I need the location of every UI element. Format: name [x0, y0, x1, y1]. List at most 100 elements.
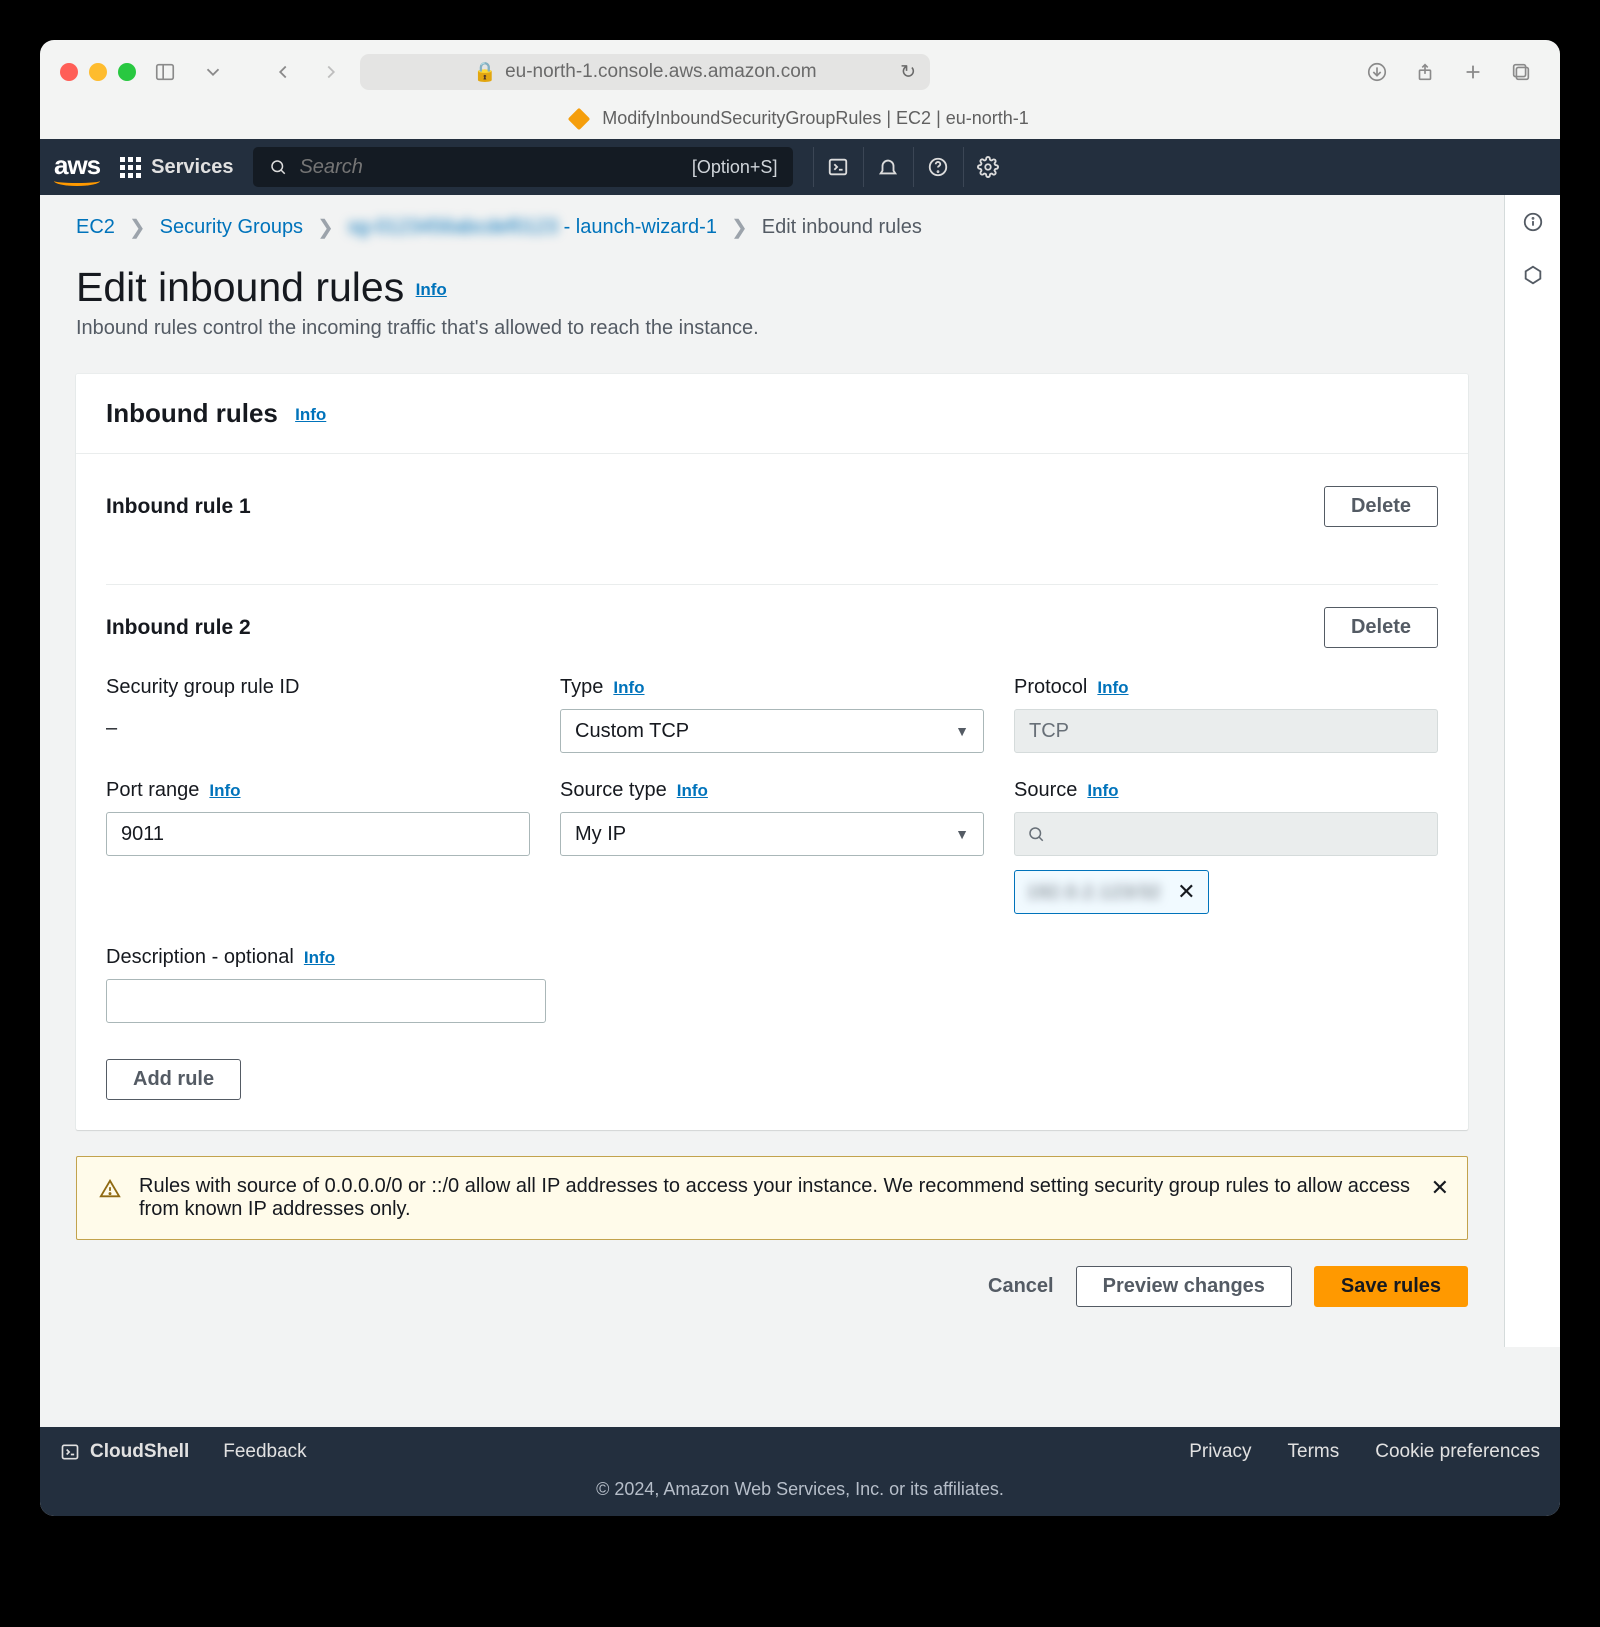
aws-logo[interactable]: aws [54, 150, 100, 185]
warning-text: Rules with source of 0.0.0.0/0 or ::/0 a… [139, 1175, 1445, 1221]
rule-2-title: Inbound rule 2 [106, 616, 251, 640]
new-tab-icon[interactable] [1454, 57, 1492, 87]
dismiss-warning-icon[interactable]: ✕ [1431, 1175, 1449, 1201]
back-icon[interactable] [264, 57, 302, 87]
sg-rule-id-label: Security group rule ID [106, 676, 530, 699]
type-label: Type [560, 676, 603, 698]
add-rule-button[interactable]: Add rule [106, 1059, 241, 1100]
page-subtitle: Inbound rules control the incoming traff… [76, 317, 1468, 340]
refresh-icon[interactable]: ↻ [900, 61, 916, 84]
minimize-window-icon[interactable] [89, 63, 107, 81]
chevron-down-icon[interactable] [194, 57, 232, 87]
panel-info-link[interactable]: Info [295, 405, 326, 424]
search-icon [269, 158, 287, 176]
field-type: Type Info Custom TCP▼ [560, 676, 984, 753]
services-menu[interactable]: Services [120, 156, 233, 179]
source-type-select[interactable]: My IP▼ [560, 812, 984, 856]
forward-icon[interactable] [312, 57, 350, 87]
field-source-type: Source type Info My IP▼ [560, 779, 984, 914]
breadcrumb: EC2 ❯ Security Groups ❯ sg-0123456abcdef… [76, 215, 1468, 240]
title-info-link[interactable]: Info [416, 280, 447, 299]
rule-1-body [106, 527, 1438, 585]
source-ip-chip: 192.0.2.123/32 ✕ [1014, 870, 1209, 914]
address-text: eu-north-1.console.aws.amazon.com [505, 61, 817, 83]
hexagon-icon[interactable] [1522, 264, 1544, 291]
page-content: EC2 ❯ Security Groups ❯ sg-0123456abcdef… [40, 195, 1504, 1347]
description-info-link[interactable]: Info [304, 948, 335, 967]
nav-search[interactable]: [Option+S] [253, 147, 793, 187]
aws-favicon-icon [568, 108, 591, 131]
description-input[interactable] [106, 979, 546, 1023]
chevron-right-icon: ❯ [731, 215, 748, 240]
field-port-range: Port range Info [106, 779, 530, 914]
page-title: Edit inbound rules Info [76, 264, 1468, 311]
protocol-label: Protocol [1014, 676, 1087, 698]
sidebar-icon[interactable] [146, 57, 184, 87]
cancel-button[interactable]: Cancel [988, 1275, 1054, 1298]
source-ip-blurred: 192.0.2.123/32 [1027, 882, 1161, 903]
lock-icon: 🔒 [473, 60, 497, 84]
footer-feedback[interactable]: Feedback [223, 1441, 306, 1463]
help-icon[interactable] [913, 147, 961, 187]
source-info-link[interactable]: Info [1087, 781, 1118, 800]
port-label: Port range [106, 779, 199, 801]
protocol-info-link[interactable]: Info [1097, 678, 1128, 697]
traffic-lights [60, 63, 136, 81]
rule-1-delete-button[interactable]: Delete [1324, 486, 1438, 527]
browser-window: 🔒 eu-north-1.console.aws.amazon.com ↻ Mo… [40, 40, 1560, 1516]
address-bar[interactable]: 🔒 eu-north-1.console.aws.amazon.com ↻ [360, 54, 930, 90]
close-window-icon[interactable] [60, 63, 78, 81]
description-label: Description - optional [106, 946, 294, 968]
search-input[interactable] [299, 156, 691, 179]
source-label: Source [1014, 779, 1077, 801]
source-type-label: Source type [560, 779, 667, 801]
downloads-icon[interactable] [1358, 57, 1396, 87]
chevron-right-icon: ❯ [129, 215, 146, 240]
footer-cloudshell[interactable]: CloudShell [60, 1441, 189, 1463]
tab-title-bar: ModifyInboundSecurityGroupRules | EC2 | … [40, 104, 1560, 139]
footer-terms[interactable]: Terms [1288, 1441, 1340, 1463]
remove-source-icon[interactable]: ✕ [1177, 879, 1195, 905]
search-hotkey: [Option+S] [692, 157, 778, 178]
save-rules-button[interactable]: Save rules [1314, 1266, 1468, 1307]
breadcrumb-ec2[interactable]: EC2 [76, 216, 115, 239]
caret-down-icon: ▼ [955, 723, 969, 739]
type-select[interactable]: Custom TCP▼ [560, 709, 984, 753]
fullscreen-window-icon[interactable] [118, 63, 136, 81]
field-protocol: Protocol Info TCP [1014, 676, 1438, 753]
cloudshell-icon [60, 1442, 80, 1462]
footer-privacy[interactable]: Privacy [1189, 1441, 1251, 1463]
inbound-rules-panel: Inbound rules Info Inbound rule 1 Delete… [76, 374, 1468, 1130]
field-source: Source Info 192.0.2.123/32 ✕ [1014, 779, 1438, 914]
protocol-value: TCP [1014, 709, 1438, 753]
port-info-link[interactable]: Info [209, 781, 240, 800]
aws-top-nav: aws Services [Option+S] [40, 139, 1560, 195]
services-label: Services [151, 156, 233, 179]
breadcrumb-current: Edit inbound rules [762, 216, 922, 239]
right-help-rail [1504, 195, 1560, 1347]
footer-copyright: © 2024, Amazon Web Services, Inc. or its… [40, 1471, 1560, 1516]
panel-header: Inbound rules Info [76, 374, 1468, 454]
tab-title: ModifyInboundSecurityGroupRules | EC2 | … [602, 108, 1029, 128]
cloudshell-icon[interactable] [813, 147, 861, 187]
port-input[interactable] [106, 812, 530, 856]
grid-icon [120, 157, 141, 178]
type-info-link[interactable]: Info [613, 678, 644, 697]
tabs-icon[interactable] [1502, 57, 1540, 87]
settings-icon[interactable] [963, 147, 1011, 187]
breadcrumb-security-groups[interactable]: Security Groups [160, 216, 303, 239]
source-type-info-link[interactable]: Info [677, 781, 708, 800]
info-icon[interactable] [1522, 211, 1544, 238]
preview-changes-button[interactable]: Preview changes [1076, 1266, 1292, 1307]
rule-1-title: Inbound rule 1 [106, 495, 251, 519]
footer-cookie-prefs[interactable]: Cookie preferences [1375, 1441, 1540, 1463]
breadcrumb-group[interactable]: sg-0123456abcdef0123 - launch-wizard-1 [348, 216, 717, 239]
rule-2-delete-button[interactable]: Delete [1324, 607, 1438, 648]
share-icon[interactable] [1406, 57, 1444, 87]
page-actions: Cancel Preview changes Save rules [76, 1266, 1468, 1307]
notifications-icon[interactable] [863, 147, 911, 187]
open-source-warning: Rules with source of 0.0.0.0/0 or ::/0 a… [76, 1156, 1468, 1240]
aws-footer: CloudShell Feedback Privacy Terms Cookie… [40, 1427, 1560, 1516]
warning-icon [99, 1178, 121, 1206]
search-icon [1027, 825, 1045, 843]
